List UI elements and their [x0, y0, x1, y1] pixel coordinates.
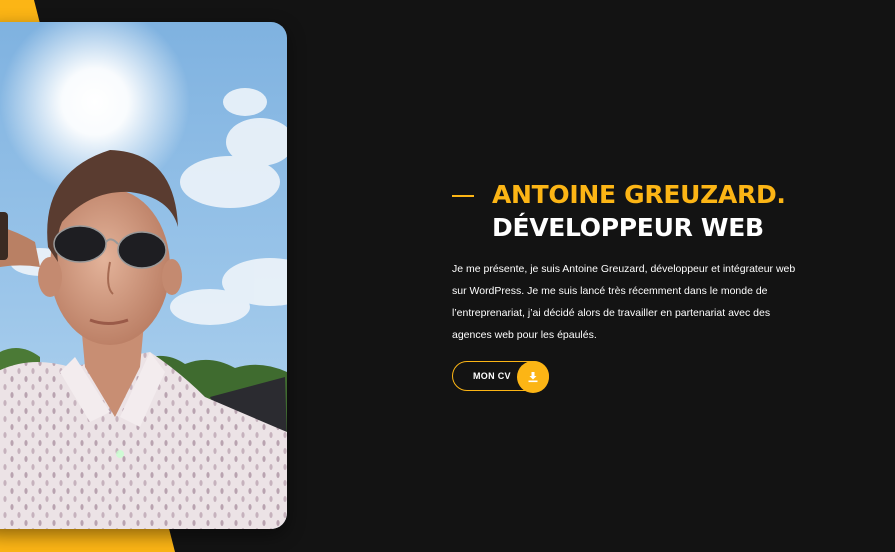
cv-button[interactable]: MON CV [452, 361, 549, 393]
hero-content: ANTOINE GREUZARD. DÉVELOPPEUR WEB Je me … [452, 180, 832, 393]
profile-photo [0, 22, 287, 529]
hero-name: ANTOINE GREUZARD. [492, 180, 786, 209]
hero-intro: Je me présente, je suis Antoine Greuzard… [452, 263, 796, 341]
title-dash [452, 194, 474, 197]
download-icon [517, 361, 549, 393]
cv-button-label: MON CV [473, 371, 511, 381]
hero-role: DÉVELOPPEUR WEB [492, 213, 764, 242]
